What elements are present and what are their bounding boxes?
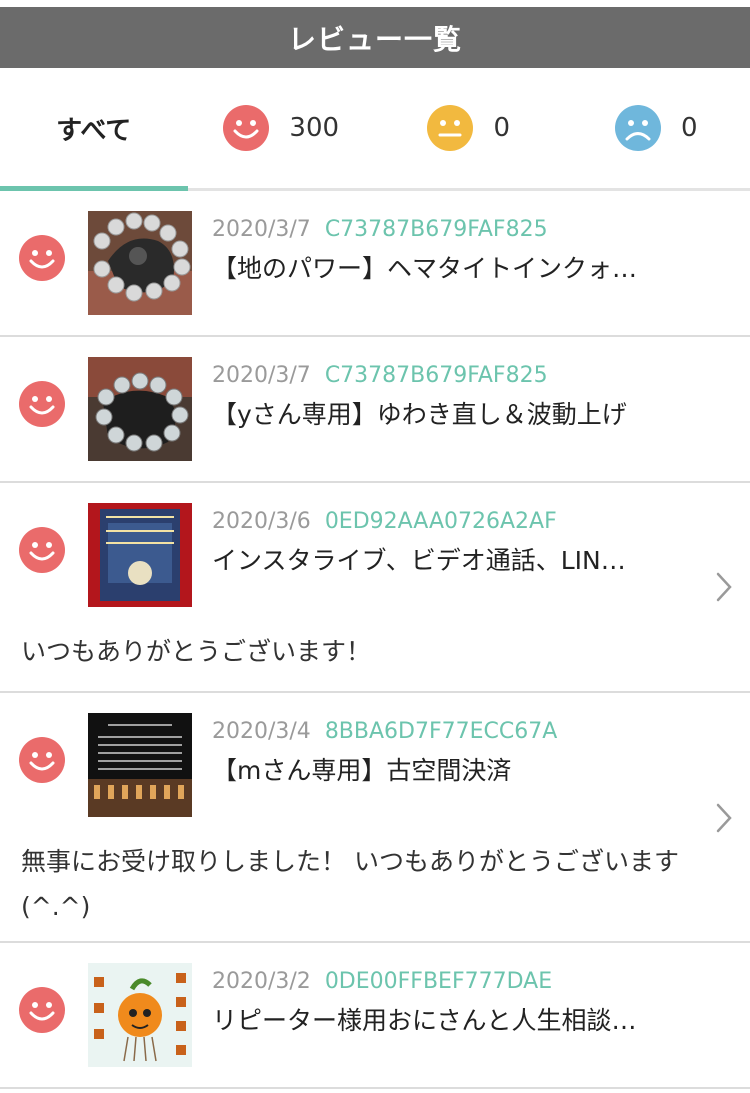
page-header: レビュー一覧	[0, 7, 750, 68]
product-thumbnail[interactable]	[88, 211, 192, 315]
product-title[interactable]: リピーター様用おにさんと人生相談…	[212, 999, 690, 1043]
rating-tabs: すべて 300 0 0	[0, 68, 750, 191]
review-item[interactable]: 2020/3/7 C73787B679FAF825 【yさん専用】ゆわき直し＆波動…	[0, 337, 750, 483]
product-thumbnail[interactable]	[88, 357, 192, 461]
product-title[interactable]: 【地のパワー】ヘマタイトインクォ…	[212, 247, 690, 291]
reviewer-id-link[interactable]: 0ED92AAA0726A2AF	[325, 509, 557, 534]
review-date: 2020/3/7	[212, 363, 311, 388]
smile-icon	[19, 235, 65, 281]
product-title[interactable]: 【mさん専用】古空間決済	[212, 749, 690, 793]
review-date: 2020/3/7	[212, 217, 311, 242]
review-date: 2020/3/2	[212, 969, 311, 994]
reviewer-id-link[interactable]: 0DE00FFBEF777DAE	[325, 969, 552, 994]
product-thumbnail[interactable]	[88, 963, 192, 1067]
good-count: 300	[289, 113, 340, 143]
review-list: 2020/3/7 C73787B679FAF825 【地のパワー】ヘマタイトインク…	[0, 191, 750, 1089]
tab-all-label: すべて	[56, 115, 132, 146]
review-item[interactable]: 2020/3/2 0DE00FFBEF777DAE リピーター様用おにさんと人生相…	[0, 943, 750, 1089]
smile-icon	[19, 987, 65, 1033]
product-title[interactable]: インスタライブ、ビデオ通話、LIN…	[212, 539, 690, 583]
reviewer-id-link[interactable]: 8BBA6D7F77ECC67A	[325, 719, 557, 744]
reviewer-id-link[interactable]: C73787B679FAF825	[325, 363, 548, 388]
review-item[interactable]: 2020/3/7 C73787B679FAF825 【地のパワー】ヘマタイトインク…	[0, 191, 750, 337]
tab-all[interactable]: すべて	[0, 68, 188, 188]
review-date: 2020/3/6	[212, 509, 311, 534]
product-thumbnail[interactable]	[88, 503, 192, 607]
review-comment: いつもありがとうございます！	[21, 637, 372, 666]
tab-good[interactable]: 300	[188, 68, 376, 188]
tab-bad[interactable]: 0	[563, 68, 750, 188]
top-spacer	[0, 0, 750, 7]
sad-face-icon	[614, 105, 661, 151]
neutral-count: 0	[493, 113, 511, 143]
bad-count: 0	[680, 113, 698, 143]
smile-icon	[19, 381, 65, 427]
review-comment: 無事にお受け取りしました！ いつもありがとうございます(^.^)	[21, 847, 679, 921]
neutral-face-icon	[427, 105, 474, 151]
chevron-right-icon[interactable]	[716, 803, 732, 833]
review-date: 2020/3/4	[212, 719, 311, 744]
review-item[interactable]: 2020/3/4 8BBA6D7F77ECC67A 【mさん専用】古空間決済 無事…	[0, 693, 750, 943]
page-title: レビュー一覧	[287, 22, 462, 56]
review-item[interactable]: 2020/3/6 0ED92AAA0726A2AF インスタライブ、ビデオ通話、L…	[0, 483, 750, 693]
reviewer-id-link[interactable]: C73787B679FAF825	[325, 217, 548, 242]
tab-neutral[interactable]: 0	[375, 68, 563, 188]
smile-icon	[19, 527, 65, 573]
product-thumbnail[interactable]	[88, 713, 192, 817]
chevron-right-icon[interactable]	[716, 572, 732, 602]
product-title[interactable]: 【yさん専用】ゆわき直し＆波動上げ	[212, 393, 690, 437]
smile-icon	[19, 737, 65, 783]
smile-icon	[223, 105, 270, 151]
